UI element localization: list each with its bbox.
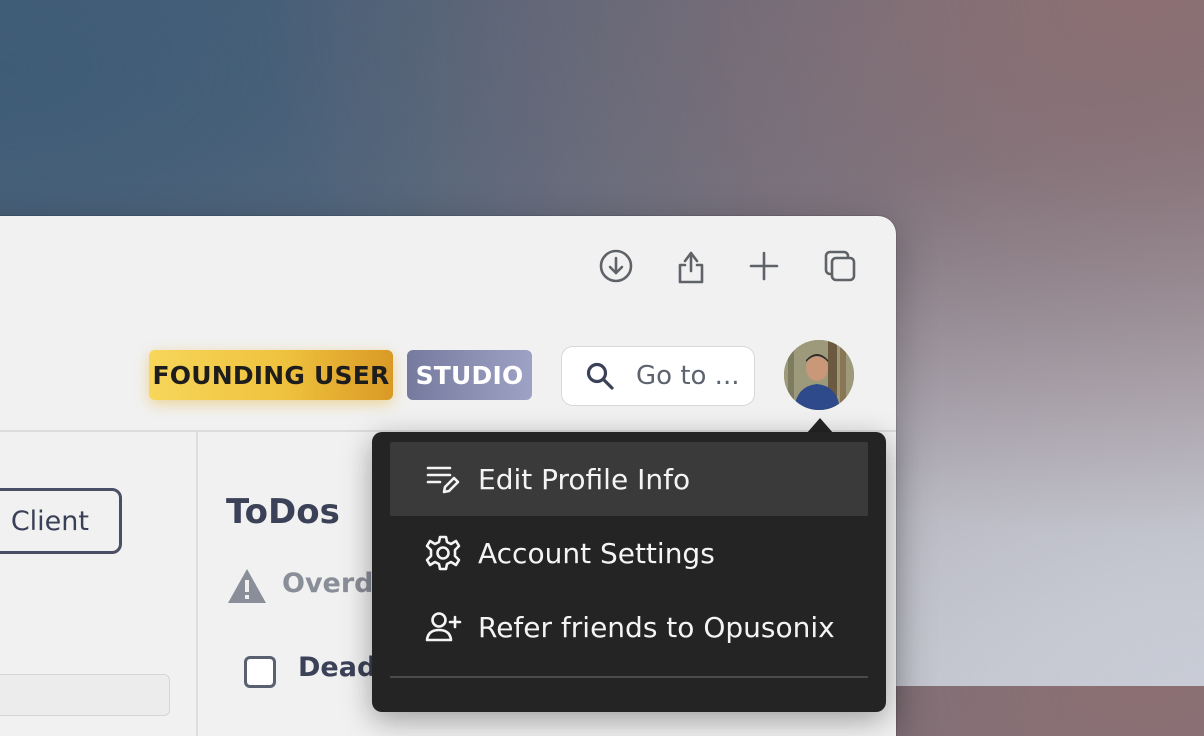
menu-item-label: Account Settings [478, 536, 715, 570]
search-placeholder: Go to ... [636, 361, 740, 391]
go-to-search-input[interactable]: Go to ... [561, 346, 755, 406]
todo-checkbox[interactable] [244, 656, 276, 688]
avatar[interactable] [784, 340, 854, 410]
menu-item-account-settings[interactable]: Account Settings [390, 516, 868, 590]
menu-item-edit-profile[interactable]: Edit Profile Info [390, 442, 868, 516]
share-icon[interactable] [671, 246, 711, 286]
client-button[interactable]: n Client [0, 488, 122, 554]
menu-item-refer-friends[interactable]: Refer friends to Opusonix [390, 590, 868, 664]
warning-icon [228, 569, 266, 603]
add-user-icon [425, 612, 462, 642]
gear-icon [425, 535, 461, 571]
menu-item-label: Edit Profile Info [478, 462, 691, 496]
founding-user-badge: FOUNDING USER [149, 350, 393, 400]
column-divider [196, 432, 198, 736]
profile-menu: Edit Profile Info Account Settings Refer… [372, 432, 886, 712]
left-panel-box [0, 674, 170, 716]
studio-badge: STUDIO [407, 350, 532, 400]
tabs-overview-icon[interactable] [820, 246, 860, 286]
search-icon [586, 362, 614, 390]
menu-item-label: Refer friends to Opusonix [478, 610, 835, 644]
menu-divider [390, 676, 868, 678]
download-icon[interactable] [596, 246, 636, 286]
new-tab-icon[interactable] [744, 246, 784, 286]
edit-list-icon [426, 466, 460, 494]
todos-title: ToDos [226, 492, 340, 532]
